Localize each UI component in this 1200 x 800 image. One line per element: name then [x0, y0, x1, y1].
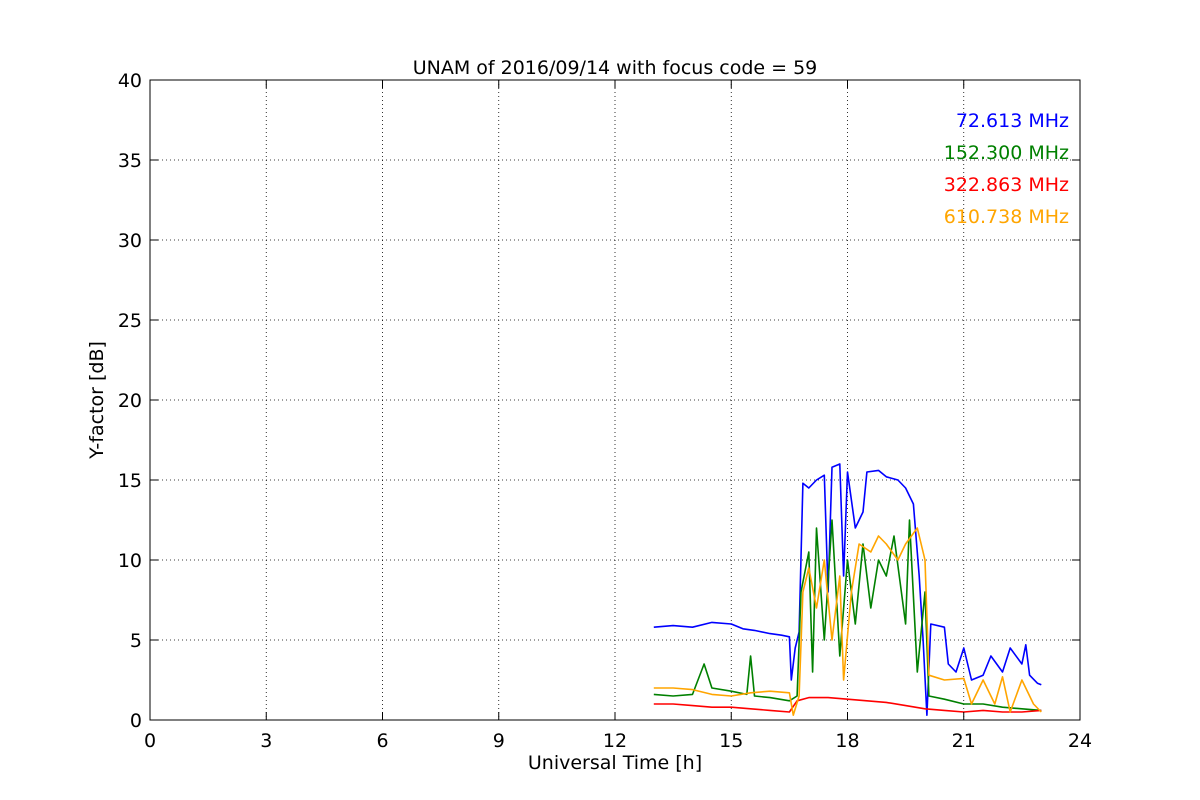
x-tick-label: 6 — [376, 730, 388, 752]
x-tick-label: 15 — [719, 730, 743, 752]
y-tick-label: 30 — [118, 230, 142, 252]
x-tick-label: 0 — [144, 730, 156, 752]
legend-entry-0: 72.613 MHz — [956, 110, 1069, 132]
legend-entry-1: 152.300 MHz — [944, 142, 1069, 164]
x-tick-label: 21 — [952, 730, 976, 752]
y-tick-label: 15 — [118, 470, 142, 492]
x-axis-label: Universal Time [h] — [528, 752, 702, 774]
x-tick-label: 18 — [835, 730, 859, 752]
legend-entry-2: 322.863 MHz — [944, 174, 1069, 196]
x-tick-label: 24 — [1068, 730, 1092, 752]
chart-title: UNAM of 2016/09/14 with focus code = 59 — [413, 57, 818, 79]
y-tick-label: 40 — [118, 70, 142, 92]
legend-entry-3: 610.738 MHz — [944, 206, 1069, 228]
chart: 0 3 6 9 12 15 18 21 24 0 5 10 15 20 25 30 35 40 UNAM of 2… — [0, 0, 1200, 800]
x-tick-label: 3 — [260, 730, 272, 752]
y-tick-label: 0 — [130, 710, 142, 732]
y-tick-label: 10 — [118, 550, 142, 572]
y-tick-label: 5 — [130, 630, 142, 652]
y-tick-label: 35 — [118, 150, 142, 172]
y-tick-label: 25 — [118, 310, 142, 332]
y-axis-label: Y-factor [dB] — [86, 341, 108, 460]
x-tick-label: 12 — [603, 730, 627, 752]
y-tick-label: 20 — [118, 390, 142, 412]
x-tick-label: 9 — [493, 730, 505, 752]
